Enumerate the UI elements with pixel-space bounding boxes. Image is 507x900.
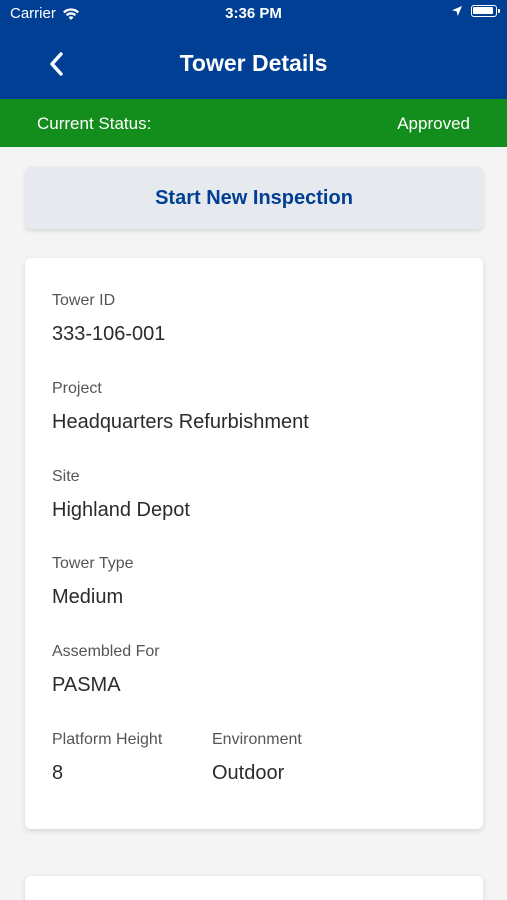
project-field: Project Headquarters Refurbishment <box>52 380 309 434</box>
tower-id-field: Tower ID 333-106-001 <box>52 292 165 346</box>
site-value: Highland Depot <box>52 499 190 521</box>
platform-height-field: Platform Height 8 <box>52 731 162 785</box>
header: Carrier 3:36 PM Tower Details <box>0 0 507 99</box>
page-title: Tower Details <box>179 50 328 76</box>
tower-id-label: Tower ID <box>52 292 116 309</box>
tower-type-value: Medium <box>52 586 124 608</box>
environment-value: Outdoor <box>212 762 285 784</box>
status-icons <box>451 5 500 17</box>
environment-field: Environment Outdoor <box>212 731 302 785</box>
tower-type-field: Tower Type Medium <box>52 555 134 609</box>
start-inspection-button[interactable]: Start New Inspection <box>25 167 483 229</box>
site-label: Site <box>52 468 80 485</box>
status-label: Current Status: <box>37 114 152 133</box>
project-value: Headquarters Refurbishment <box>52 411 309 433</box>
assembled-for-value: PASMA <box>52 674 121 696</box>
site-field: Site Highland Depot <box>52 468 190 522</box>
status-bar: Carrier 3:36 PM <box>0 0 507 28</box>
location-arrow-icon <box>452 6 462 16</box>
platform-height-value: 8 <box>52 762 64 784</box>
platform-height-label: Platform Height <box>52 731 163 748</box>
nav-bar: Tower Details <box>0 28 507 99</box>
status-banner: Current Status: Approved <box>0 99 507 147</box>
project-label: Project <box>52 380 102 397</box>
tower-id-value: 333-106-001 <box>52 323 166 345</box>
assembled-for-field: Assembled For PASMA <box>52 643 160 697</box>
tower-type-label: Tower Type <box>52 555 134 572</box>
next-card <box>25 876 483 900</box>
clock: 3:36 PM <box>225 5 282 22</box>
battery-icon <box>471 5 500 17</box>
assembled-for-label: Assembled For <box>52 643 160 660</box>
environment-label: Environment <box>212 731 302 748</box>
tower-details-card: Tower ID 333-106-001 Project Headquarter… <box>25 258 483 829</box>
status-value: Approved <box>397 114 470 133</box>
